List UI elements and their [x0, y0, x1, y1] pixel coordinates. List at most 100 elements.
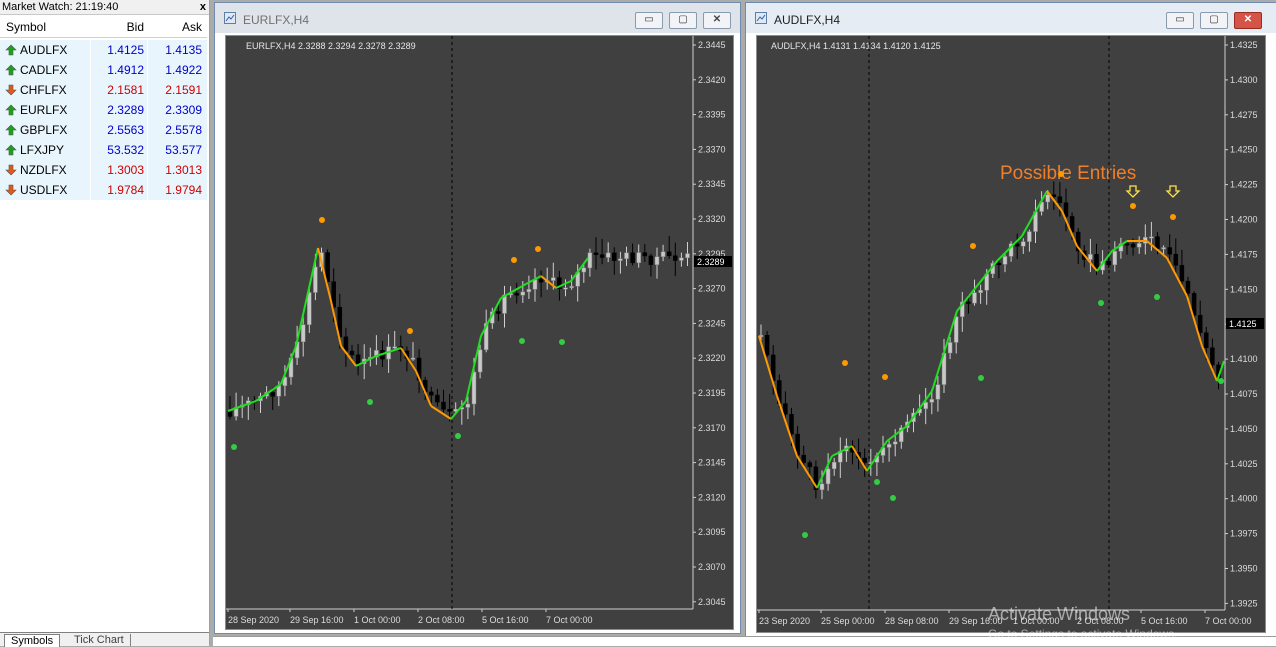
close-icon[interactable]: x	[200, 0, 206, 14]
bear-candle	[1051, 194, 1057, 197]
ask-price: 53.577	[165, 143, 202, 157]
bear-candle	[447, 409, 452, 412]
symbol-name: AUDLFX	[20, 43, 68, 57]
sell-signal-dot	[882, 374, 888, 380]
bear-candle	[349, 350, 355, 356]
time-label: 29 Sep 16:00	[290, 615, 344, 625]
bull-candle	[1112, 251, 1118, 266]
arrow-up-icon	[5, 124, 17, 136]
bear-candle	[599, 254, 605, 258]
bull-candle	[618, 258, 623, 261]
symbol-row-cadlfx[interactable]: CADLFX 1.4912 1.4922	[0, 60, 207, 81]
chart-info-audlfx: AUDLFX,H4 1.4131 1.4134 1.4120 1.4125	[771, 41, 941, 51]
window-titlebar[interactable]: AUDLFX,H4 ▭ ▢ ✕	[746, 3, 1276, 33]
chart-window-eurlfx[interactable]: EURLFX,H4 ▭ ▢ ✕ EURLFX,H4 2.3288 2.3294 …	[214, 2, 741, 634]
eurlfx-chart-canvas[interactable]: EURLFX,H4 2.3288 2.3294 2.3278 2.3289 2.…	[226, 36, 733, 629]
time-label: 25 Sep 00:00	[821, 616, 875, 626]
buy-signal-dot	[1154, 294, 1160, 300]
bull-candle	[886, 443, 892, 448]
ma-segment-up	[886, 425, 908, 442]
time-label: 2 Oct 08:00	[1077, 616, 1124, 626]
bid-price: 1.3003	[107, 163, 144, 177]
sell-signal-dot	[319, 217, 325, 223]
bull-candle	[563, 287, 568, 290]
close-button[interactable]: ✕	[1234, 12, 1262, 29]
bull-candle	[1045, 194, 1050, 203]
symbol-row-audlfx[interactable]: AUDLFX 1.4125 1.4135	[0, 40, 207, 61]
time-label: 23 Sep 2020	[759, 616, 810, 626]
audlfx-chart-canvas[interactable]: AUDLFX,H4 1.4131 1.4134 1.4120 1.4125 Po…	[757, 36, 1265, 632]
price-label: 2.3270	[698, 284, 726, 294]
bear-candle	[1124, 243, 1130, 246]
bear-candle	[996, 263, 1002, 266]
market-watch-header: Symbol Bid Ask	[0, 17, 207, 38]
bull-candle	[313, 266, 318, 293]
bear-candle	[1057, 196, 1063, 203]
bear-candle	[807, 462, 813, 468]
column-header-symbol[interactable]: Symbol	[6, 20, 46, 34]
bear-candle	[1106, 261, 1111, 266]
bear-candle	[612, 252, 617, 261]
bear-candle	[1197, 315, 1203, 333]
minimize-button[interactable]: ▭	[1166, 12, 1194, 29]
bull-candle	[526, 289, 532, 293]
bull-candle	[929, 399, 935, 403]
bear-candle	[1155, 236, 1160, 249]
market-watch-panel: Market Watch: 21:19:40 x Symbol Bid Ask …	[0, 0, 210, 647]
window-titlebar[interactable]: EURLFX,H4 ▭ ▢ ✕	[215, 3, 740, 33]
price-label: 2.3170	[698, 423, 726, 433]
sell-signal-dot	[1058, 171, 1064, 177]
symbol-row-usdlfx[interactable]: USDLFX 1.9784 1.9794	[0, 180, 207, 201]
symbol-row-gbplfx[interactable]: GBPLFX 2.5563 2.5578	[0, 120, 207, 141]
price-label: 2.3095	[698, 527, 726, 537]
current-price-marker: 2.3289	[694, 256, 732, 267]
chart-window-audlfx[interactable]: AUDLFX,H4 ▭ ▢ ✕ AUDLFX,H4 1.4131 1.4134 …	[745, 2, 1276, 638]
symbol-row-nzdlfx[interactable]: NZDLFX 1.3003 1.3013	[0, 160, 207, 181]
bear-candle	[783, 403, 788, 415]
ask-price: 2.5578	[165, 123, 202, 137]
ask-price: 1.9794	[165, 183, 202, 197]
bear-candle	[789, 413, 794, 435]
column-header-bid[interactable]: Bid	[90, 20, 144, 34]
ma-segment-up	[996, 235, 1023, 262]
tab-tick-chart[interactable]: Tick Chart	[68, 634, 131, 646]
price-label: 1.4325	[1230, 40, 1258, 50]
maximize-button[interactable]: ▢	[1200, 12, 1228, 29]
buy-signal-dot	[1218, 378, 1224, 384]
symbol-row-eurlfx[interactable]: EURLFX 2.3289 2.3309	[0, 100, 207, 121]
bull-candle	[465, 403, 471, 408]
close-button[interactable]: ✕	[703, 12, 731, 29]
bull-candle	[978, 290, 983, 293]
buy-signal-dot	[978, 375, 984, 381]
bull-candle	[410, 357, 416, 360]
symbol-row-lfxjpy[interactable]: LFXJPY 53.532 53.577	[0, 140, 207, 161]
bull-candle	[392, 346, 397, 349]
sell-signal-dot	[842, 360, 848, 366]
maximize-button[interactable]: ▢	[669, 12, 697, 29]
market-watch-title: Market Watch: 21:19:40	[2, 1, 119, 13]
bear-candle	[1167, 247, 1172, 255]
minimize-button[interactable]: ▭	[635, 12, 663, 29]
bear-candle	[429, 391, 434, 396]
bid-price: 2.1581	[107, 83, 144, 97]
column-header-ask[interactable]: Ask	[148, 20, 202, 34]
time-label: 7 Oct 00:00	[1205, 616, 1252, 626]
window-title: EURLFX,H4	[243, 13, 310, 27]
bear-candle	[862, 457, 867, 463]
price-chart-audlfx[interactable]: AUDLFX,H4 1.4131 1.4134 1.4120 1.4125 Po…	[756, 35, 1266, 633]
price-label: 1.4025	[1230, 459, 1258, 469]
bear-candle	[593, 252, 599, 255]
price-chart-eurlfx[interactable]: EURLFX,H4 2.3288 2.3294 2.3278 2.3289 2.…	[225, 35, 734, 630]
bear-candle	[801, 454, 806, 463]
price-label: 1.4300	[1230, 75, 1258, 85]
arrow-down-icon	[5, 164, 17, 176]
symbol-name: USDLFX	[20, 183, 68, 197]
bid-price: 1.9784	[107, 183, 144, 197]
bull-candle	[679, 257, 684, 261]
tab-symbols[interactable]: Symbols	[4, 634, 61, 647]
sell-signal-dot	[1170, 214, 1176, 220]
symbol-row-chflfx[interactable]: CHFLFX 2.1581 2.1591	[0, 80, 207, 101]
bear-candle	[514, 293, 519, 296]
price-label: 1.4225	[1230, 180, 1258, 190]
price-label: 2.3320	[698, 214, 726, 224]
